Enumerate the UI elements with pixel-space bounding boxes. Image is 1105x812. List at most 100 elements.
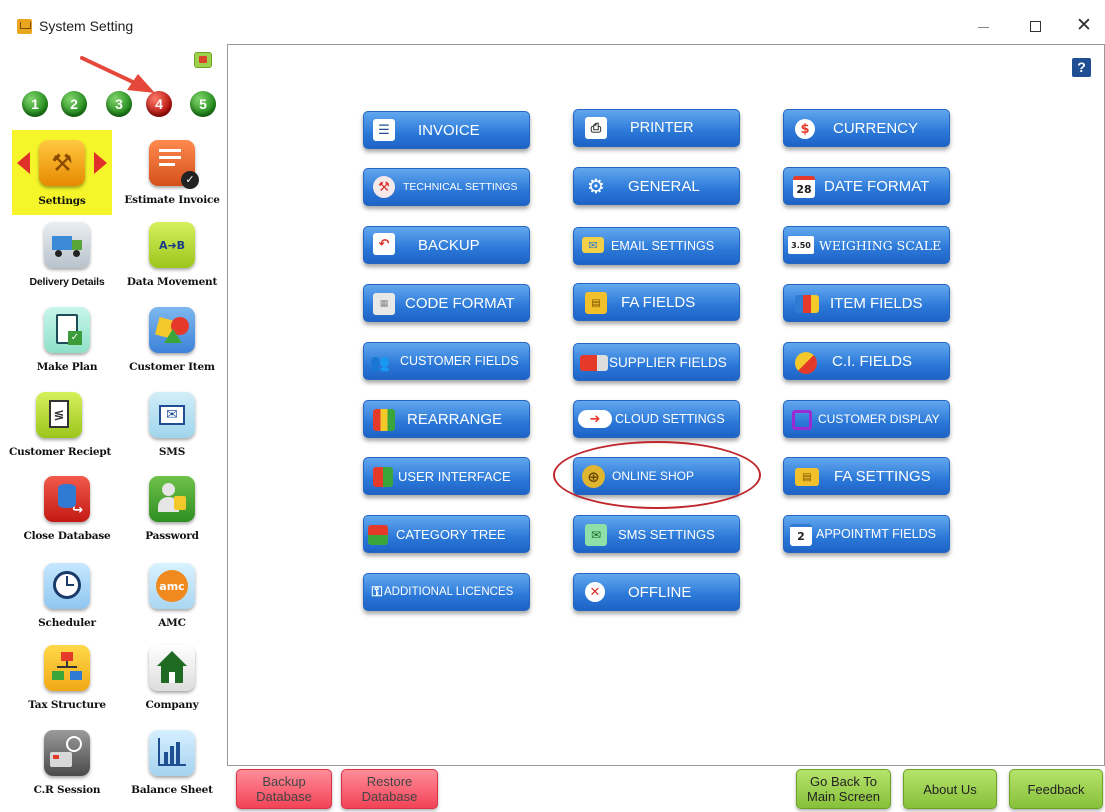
rearrange-button[interactable]: REARRANGE [363,400,530,438]
button-label: CODE FORMAT [405,294,515,312]
date-format-button[interactable]: 28 DATE FORMAT [783,167,950,205]
tile-sms[interactable]: ✉ SMS [122,392,222,458]
fa-fields-button[interactable]: ▤ FA FIELDS [573,283,740,321]
backup-database-button[interactable]: Backup Database [236,769,332,809]
tile-label: SMS [158,446,186,458]
annotation-circle [553,441,761,509]
calendar-icon: 28 [793,176,815,198]
page-2-button[interactable]: 2 [61,91,87,117]
sms-settings-icon: ✉ [585,524,607,546]
about-us-button[interactable]: About Us [903,769,997,809]
tile-label: AMC [158,617,186,629]
button-label: ITEM FIELDS [830,294,923,312]
tile-label: Tax Structure [28,699,106,711]
close-button[interactable]: ✕ [1076,14,1092,36]
customer-fields-button[interactable]: 👥 CUSTOMER FIELDS [363,342,530,380]
technical-settings-icon: ⚒ [373,176,395,198]
button-label-line2: Database [256,789,312,804]
button-label-line2: Main Screen [807,789,880,804]
ci-fields-icon [795,352,817,374]
tile-close-database[interactable]: ↪ Close Database [17,476,117,542]
tile-password[interactable]: Password [122,476,222,542]
tile-label: Password [145,530,199,542]
button-label: WEIGHING SCALE [819,237,942,253]
amc-icon: amc [149,563,195,609]
button-label: SMS SETTINGS [618,526,715,542]
ci-fields-button[interactable]: C.I. FIELDS [783,342,950,380]
general-button[interactable]: ⚙ GENERAL [573,167,740,205]
page-4-button[interactable]: 4 [146,91,172,117]
button-label-line1: Backup [262,774,306,789]
offline-button[interactable]: ✕ OFFLINE [573,573,740,611]
button-label: CATEGORY TREE [396,526,506,542]
tile-label: Close Database [23,530,111,542]
page-3-button[interactable]: 3 [106,91,132,117]
technical-settings-button[interactable]: ⚒ TECHNICAL SETTINGS [363,168,530,206]
delivery-truck-icon [44,222,90,268]
button-label: GENERAL [628,177,700,195]
customer-display-icon [792,410,812,430]
tile-customer-item[interactable]: Customer Item [122,307,222,373]
minimize-button[interactable] [978,27,989,28]
tile-cr-session[interactable]: C.R Session [17,730,117,796]
currency-button[interactable]: $ CURRENCY [783,109,950,147]
page-1-button[interactable]: 1 [22,91,48,117]
page-5-button[interactable]: 5 [190,91,216,117]
tile-estimate-invoice[interactable]: ✓ Estimate Invoice [122,140,222,206]
customer-fields-icon: 👥 [370,352,390,372]
invoice-button[interactable]: ☰ INVOICE [363,111,530,149]
backup-arrow-icon: ↶ [373,233,395,255]
button-label: REARRANGE [407,410,503,428]
user-interface-button[interactable]: USER INTERFACE [363,457,530,495]
code-format-button[interactable]: ▦ CODE FORMAT [363,284,530,322]
maximize-button[interactable] [1030,21,1041,32]
restore-window-button[interactable] [194,52,212,68]
tile-label: Customer Item [129,361,215,373]
shapes-icon [149,307,195,353]
cloud-settings-button[interactable]: ➜ CLOUD SETTINGS [573,400,740,438]
tile-scheduler[interactable]: Scheduler [17,563,117,629]
tile-customer-reciept[interactable]: ≶ Customer Reciept [9,392,111,458]
tile-make-plan[interactable]: ✓ Make Plan [17,307,117,373]
item-fields-button[interactable]: ITEM FIELDS [783,284,950,322]
category-tree-button[interactable]: CATEGORY TREE [363,515,530,553]
appointmt-fields-button[interactable]: 2 APPOINTMT FIELDS [783,515,950,553]
tile-amc[interactable]: amc AMC [122,563,222,629]
button-label-line2: Database [361,789,418,804]
button-label: INVOICE [418,121,480,139]
tile-label: Estimate Invoice [124,194,220,206]
feedback-button[interactable]: Feedback [1009,769,1103,809]
email-settings-button[interactable]: ✉ EMAIL SETTINGS [573,227,740,265]
button-label: SUPPLIER FIELDS [609,354,727,370]
appointment-calendar-icon: 2 [790,524,812,546]
tile-data-movement[interactable]: A➜B Data Movement [122,222,222,288]
tile-company[interactable]: Company [122,645,222,711]
supplier-fields-button[interactable]: SUPPLIER FIELDS [573,343,740,381]
restore-database-button[interactable]: Restore Database [341,769,438,809]
printer-button[interactable]: ⎙ PRINTER [573,109,740,147]
backup-button[interactable]: ↶ BACKUP [363,226,530,264]
fa-settings-button[interactable]: ▤ FA SETTINGS [783,457,950,495]
customer-display-button[interactable]: CUSTOMER DISPLAY [783,400,950,438]
button-label: BACKUP [418,236,480,254]
button-label: TECHNICAL SETTINGS [403,181,518,193]
tile-settings[interactable]: ⚒ Settings [12,130,112,215]
button-label: EMAIL SETTINGS [611,239,715,253]
sms-settings-button[interactable]: ✉ SMS SETTINGS [573,515,740,553]
fa-fields-icon: ▤ [585,292,607,314]
tile-tax-structure[interactable]: Tax Structure [17,645,117,711]
tile-balance-sheet[interactable]: Balance Sheet [122,730,222,796]
tile-delivery-details[interactable]: Delivery Details [17,222,117,288]
go-back-main-screen-button[interactable]: Go Back To Main Screen [796,769,891,809]
app-cart-icon [17,19,32,34]
currency-dollar-icon: $ [795,119,815,139]
cloud-icon: ➜ [578,410,612,428]
button-label-line1: Restore [366,774,413,789]
button-label: FA SETTINGS [834,467,931,485]
weighing-scale-button[interactable]: 3.50 WEIGHING SCALE [783,226,950,264]
help-button[interactable]: ? [1072,58,1091,77]
button-label: FA FIELDS [621,293,696,311]
additional-licences-button[interactable]: ⚿ ADDITIONAL LICENCES [363,573,530,611]
offline-x-icon: ✕ [585,582,605,602]
window-title: System Setting [39,18,134,34]
